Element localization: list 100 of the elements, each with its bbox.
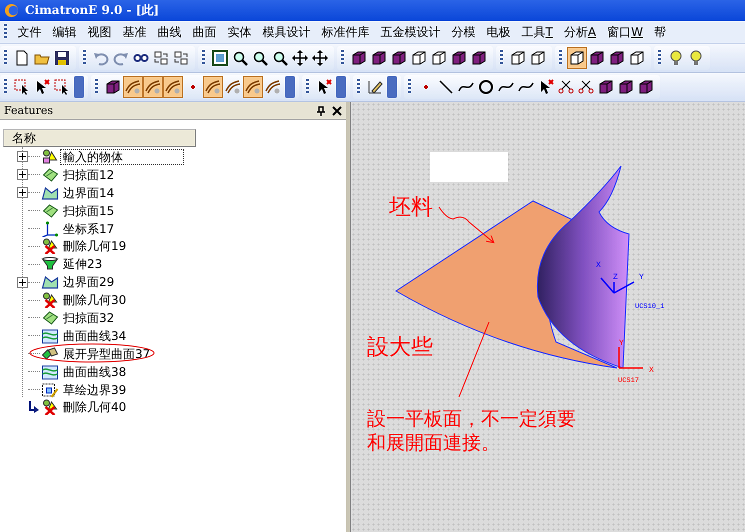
tree-item[interactable]: 边界面29 xyxy=(60,274,118,290)
curved-surface-icon xyxy=(41,364,59,380)
redo-icon xyxy=(113,50,129,66)
toolbar-button[interactable] xyxy=(310,47,330,69)
menu-item[interactable]: 模具设计 xyxy=(257,24,316,40)
shapes-icon xyxy=(41,148,59,165)
expand-button[interactable] xyxy=(17,187,28,198)
undo-icon xyxy=(93,50,109,66)
tree-item[interactable]: 扫掠面32 xyxy=(60,310,118,326)
panel-title: Features xyxy=(4,104,54,117)
move-icon xyxy=(312,50,328,66)
menu-item[interactable]: 窗口 W xyxy=(602,24,648,40)
pin-icon[interactable] xyxy=(316,106,326,116)
zoom-icon xyxy=(252,50,268,66)
annotation-text: 設一平板面，不一定須要 xyxy=(367,408,576,430)
cube-icon xyxy=(569,50,585,66)
tree-item[interactable]: 扫掠面15 xyxy=(60,202,118,219)
cube-icon xyxy=(351,50,367,66)
axis-label: X xyxy=(649,366,654,375)
toolbar-button[interactable] xyxy=(290,47,310,69)
tree-item[interactable]: 曲面曲线34 xyxy=(60,328,130,344)
pointer-icon xyxy=(538,79,554,95)
cube-icon xyxy=(589,50,605,66)
delete-icon xyxy=(41,238,59,254)
menu-item[interactable]: 曲面 xyxy=(187,24,222,40)
curved-surface-icon xyxy=(41,328,59,344)
tree-item[interactable]: 延伸23 xyxy=(60,256,106,272)
menu-item[interactable]: 五金模设计 xyxy=(375,24,446,40)
pen-icon xyxy=(367,79,383,95)
menu-item[interactable]: 编辑 xyxy=(47,24,82,40)
toolbar-button[interactable] xyxy=(210,47,230,69)
menu-item[interactable]: 基准 xyxy=(117,24,152,40)
scissors-icon xyxy=(578,79,594,95)
sweep-surface-icon xyxy=(41,310,59,326)
sketch-boundary-icon xyxy=(41,382,59,398)
menu-item[interactable]: 电极 xyxy=(481,24,516,40)
unfolded-surface[interactable] xyxy=(536,166,630,368)
surface-icon xyxy=(205,79,221,95)
bulb-icon xyxy=(668,50,684,66)
menu-item[interactable]: 文件 xyxy=(12,24,47,40)
boundary-surface-icon xyxy=(41,274,59,290)
cube-icon xyxy=(451,50,467,66)
app-logo-icon xyxy=(4,3,19,18)
expand-button[interactable] xyxy=(17,276,28,288)
cube-icon xyxy=(598,79,614,95)
boundary-surface-icon xyxy=(41,184,59,201)
cube-icon xyxy=(471,50,487,66)
delete-icon xyxy=(41,399,59,416)
cube-icon xyxy=(371,50,387,66)
sweep-surface-icon xyxy=(41,166,59,183)
menu-item[interactable]: 实体 xyxy=(222,24,257,40)
axis-label: X xyxy=(596,261,601,270)
cube-icon xyxy=(629,50,645,66)
surface-icon xyxy=(245,79,261,95)
tree-item[interactable]: 刪除几何30 xyxy=(60,292,130,308)
column-header[interactable]: 名称 xyxy=(3,129,196,147)
line-icon xyxy=(438,79,454,95)
menu-item[interactable]: 分模 xyxy=(446,24,481,40)
cube-icon xyxy=(638,79,654,95)
axis-label: Y xyxy=(639,273,644,282)
tree-item[interactable]: 刪除几何19 xyxy=(60,238,130,254)
save-icon xyxy=(54,50,70,66)
annotation-text: 和展開面連接。 xyxy=(367,432,500,454)
tree-item[interactable]: 草绘边界39 xyxy=(60,382,130,398)
swap-icon xyxy=(173,50,189,66)
toolbar-button[interactable] xyxy=(567,47,587,69)
close-icon[interactable] xyxy=(332,106,342,116)
surface-icon xyxy=(265,79,281,95)
surface-icon xyxy=(225,79,241,95)
menu-item[interactable]: 分析A xyxy=(558,24,602,40)
tree-item[interactable]: 刪除几何40 xyxy=(60,399,130,416)
tree-item[interactable]: 曲面曲线38 xyxy=(60,364,130,380)
menu-item[interactable]: 帮 xyxy=(648,24,672,40)
expand-button[interactable] xyxy=(17,169,28,180)
annotation-text: 坯料 xyxy=(389,195,433,220)
tree-item[interactable]: 坐标系17 xyxy=(60,220,118,236)
surface-icon xyxy=(145,79,161,95)
surface-icon xyxy=(125,79,141,95)
swap-icon xyxy=(153,50,169,66)
axis-label: Z xyxy=(613,273,618,282)
tree-item[interactable]: 輸入的物体 xyxy=(60,148,184,165)
menu-item[interactable]: 视图 xyxy=(82,24,117,40)
tree-item[interactable]: 边界面14 xyxy=(60,184,118,201)
expand-button[interactable] xyxy=(17,151,28,162)
pointer-icon xyxy=(316,79,332,95)
cube-icon xyxy=(618,79,634,95)
menu-item[interactable]: 标准件库 xyxy=(316,24,375,40)
page-icon xyxy=(14,50,30,66)
delete-icon xyxy=(41,292,59,308)
scissors-icon xyxy=(558,79,574,95)
arrow-line xyxy=(438,206,494,244)
frame-icon xyxy=(212,50,228,66)
axis-label: Y xyxy=(619,339,624,348)
pointer-icon xyxy=(34,79,50,95)
cube-icon xyxy=(530,50,546,66)
menu-item[interactable]: 工具T xyxy=(516,24,558,40)
axes-icon xyxy=(41,220,59,236)
sweep-surface-icon xyxy=(41,202,59,219)
menu-item[interactable]: 曲线 xyxy=(152,24,187,40)
tree-item[interactable]: 扫掠面12 xyxy=(60,166,118,183)
